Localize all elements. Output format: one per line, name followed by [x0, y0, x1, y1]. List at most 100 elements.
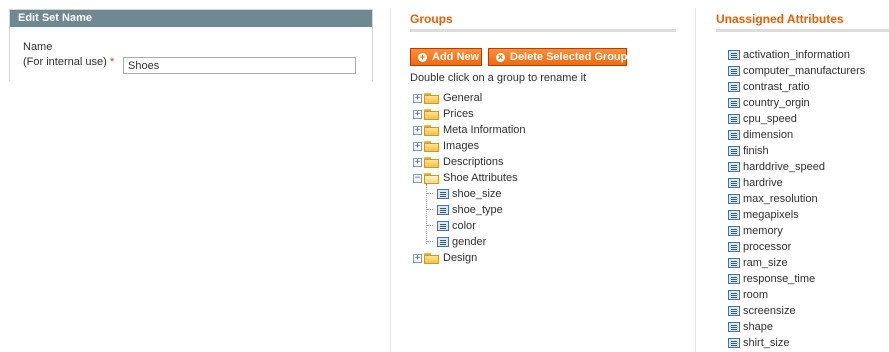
- unassigned-attribute-item[interactable]: dimension: [728, 128, 793, 142]
- collapse-icon[interactable]: −: [413, 173, 422, 183]
- tree-attribute-shoe-type[interactable]: shoe_type: [437, 203, 503, 217]
- unassigned-attribute-label: memory: [743, 225, 783, 237]
- tree-group-label: Images: [443, 140, 480, 152]
- attribute-icon: [728, 178, 740, 188]
- tree-group-label: General: [443, 92, 483, 104]
- unassigned-attribute-item[interactable]: shirt_size: [728, 336, 789, 350]
- unassigned-attribute-item[interactable]: hardrive: [728, 176, 783, 190]
- column-divider: [695, 8, 696, 352]
- column-divider: [390, 8, 391, 352]
- expand-icon[interactable]: +: [413, 157, 422, 167]
- tree-attribute-label: color: [452, 220, 476, 232]
- tree-group-meta-information[interactable]: + Meta Information: [413, 123, 526, 137]
- unassigned-attribute-label: country_orgin: [743, 97, 810, 109]
- name-label-text: Name: [23, 41, 53, 53]
- unassigned-attribute-item[interactable]: shape: [728, 320, 773, 334]
- tree-group-label: Descriptions: [443, 156, 504, 168]
- unassigned-attribute-label: contrast_ratio: [743, 81, 810, 93]
- tree-attribute-gender[interactable]: gender: [437, 235, 486, 249]
- attribute-icon: [728, 242, 740, 252]
- unassigned-attribute-label: shape: [743, 321, 773, 333]
- unassigned-attribute-item[interactable]: contrast_ratio: [728, 80, 810, 94]
- name-label: Name (For internal use) *: [23, 40, 114, 70]
- tree-group-images[interactable]: + Images: [413, 139, 479, 153]
- add-new-group-button[interactable]: + Add New: [410, 48, 482, 66]
- tree-group-label: Prices: [443, 108, 474, 120]
- rename-hint: Double click on a group to rename it: [410, 72, 587, 84]
- folder-icon: [424, 156, 440, 168]
- unassigned-attribute-item[interactable]: computer_manufacturers: [728, 64, 865, 78]
- folder-icon: [424, 108, 440, 120]
- unassigned-attribute-item[interactable]: memory: [728, 224, 783, 238]
- attribute-icon: [728, 162, 740, 172]
- attribute-icon: [728, 146, 740, 156]
- unassigned-attribute-label: processor: [743, 241, 792, 253]
- unassigned-attribute-item[interactable]: cpu_speed: [728, 112, 797, 126]
- delete-selected-group-button[interactable]: × Delete Selected Group: [488, 48, 627, 66]
- required-mark: *: [109, 56, 115, 68]
- delete-group-label: Delete Selected Group: [510, 51, 628, 63]
- folder-icon: [424, 92, 440, 104]
- attribute-icon: [728, 306, 740, 316]
- folder-icon: [424, 140, 440, 152]
- unassigned-attribute-label: cpu_speed: [743, 113, 797, 125]
- unassigned-attribute-item[interactable]: country_orgin: [728, 96, 810, 110]
- attribute-icon: [728, 258, 740, 268]
- tree-group-descriptions[interactable]: + Descriptions: [413, 155, 504, 169]
- folder-icon: [424, 252, 440, 264]
- unassigned-attribute-label: max_resolution: [743, 193, 818, 205]
- tree-attribute-label: gender: [452, 236, 487, 248]
- tree-attribute-color[interactable]: color: [437, 219, 476, 233]
- unassigned-attribute-item[interactable]: megapixels: [728, 208, 799, 222]
- attribute-icon: [437, 205, 449, 215]
- unassigned-attribute-label: room: [743, 289, 769, 301]
- attribute-icon: [728, 226, 740, 236]
- expand-icon[interactable]: +: [413, 141, 422, 151]
- unassigned-attributes-title: Unassigned Attributes: [716, 12, 844, 26]
- tree-attribute-shoe-size[interactable]: shoe_size: [437, 187, 502, 201]
- folder-icon: [424, 124, 440, 136]
- panel-header: Edit Set Name: [10, 10, 372, 27]
- unassigned-attribute-label: hardrive: [743, 177, 783, 189]
- tree-group-design[interactable]: + Design: [413, 251, 477, 265]
- unassigned-attribute-item[interactable]: processor: [728, 240, 791, 254]
- expand-icon[interactable]: +: [413, 109, 422, 119]
- edit-set-name-panel: Edit Set Name Name (For internal use) *: [9, 9, 373, 81]
- plus-circle-icon: +: [418, 51, 427, 62]
- expand-icon[interactable]: +: [413, 93, 422, 103]
- tree-group-prices[interactable]: + Prices: [413, 107, 474, 121]
- add-new-label: Add New: [432, 51, 480, 63]
- unassigned-attribute-label: finish: [743, 145, 769, 157]
- unassigned-attribute-label: response_time: [743, 273, 816, 285]
- attribute-icon: [728, 210, 740, 220]
- unassigned-attribute-label: megapixels: [743, 209, 799, 221]
- unassigned-attribute-item[interactable]: ram_size: [728, 256, 788, 270]
- unassigned-attribute-item[interactable]: response_time: [728, 272, 815, 286]
- expand-icon[interactable]: +: [413, 125, 422, 135]
- unassigned-attribute-item[interactable]: harddrive_speed: [728, 160, 825, 174]
- unassigned-attribute-label: shirt_size: [743, 337, 790, 349]
- attribute-icon: [728, 98, 740, 108]
- unassigned-attribute-label: ram_size: [743, 257, 788, 269]
- attribute-icon: [728, 322, 740, 332]
- attribute-icon: [728, 130, 740, 140]
- set-name-input[interactable]: [123, 57, 356, 74]
- unassigned-attribute-label: screensize: [743, 305, 796, 317]
- unassigned-title-rule: [716, 29, 889, 32]
- unassigned-attribute-item[interactable]: screensize: [728, 304, 796, 318]
- expand-icon[interactable]: +: [413, 253, 422, 263]
- unassigned-attribute-item[interactable]: finish: [728, 144, 769, 158]
- tree-connector: [427, 209, 433, 210]
- name-sublabel: (For internal use): [23, 56, 107, 68]
- cancel-circle-icon: ×: [496, 51, 505, 62]
- unassigned-attribute-item[interactable]: room: [728, 288, 768, 302]
- attribute-icon: [728, 50, 740, 60]
- tree-group-shoe-attributes[interactable]: − Shoe Attributes: [413, 171, 518, 185]
- attribute-icon: [437, 189, 449, 199]
- tree-group-general[interactable]: + General: [413, 91, 482, 105]
- attribute-icon: [728, 274, 740, 284]
- unassigned-attribute-label: activation_information: [743, 49, 851, 61]
- attribute-icon: [728, 290, 740, 300]
- unassigned-attribute-item[interactable]: activation_information: [728, 48, 850, 62]
- unassigned-attribute-item[interactable]: max_resolution: [728, 192, 818, 206]
